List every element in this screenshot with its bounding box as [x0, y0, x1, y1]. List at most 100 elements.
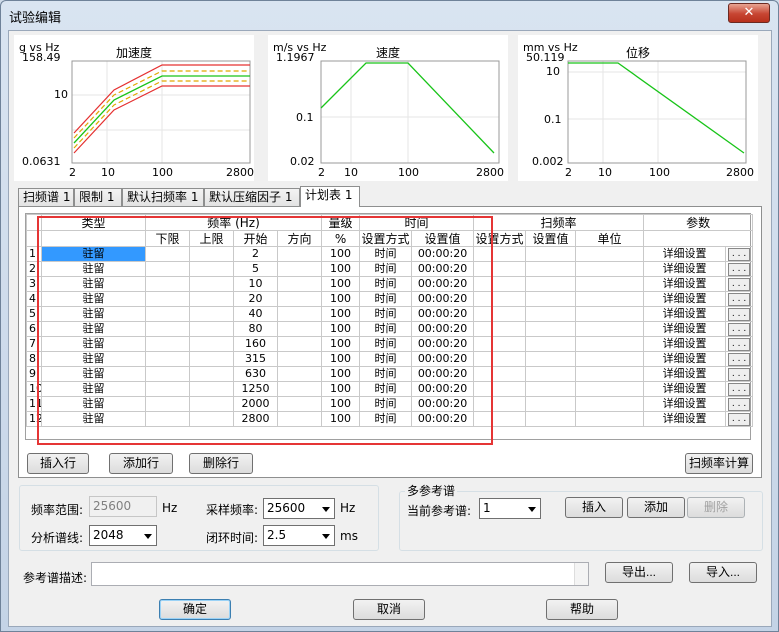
ellipsis-button[interactable]: . . .: [728, 337, 751, 351]
cell-level[interactable]: 100: [321, 411, 361, 427]
ellipsis-button[interactable]: . . .: [728, 397, 751, 411]
cell-time-value[interactable]: 00:00:20: [411, 291, 475, 307]
cell-time-mode[interactable]: 时间: [359, 306, 413, 322]
cell-type[interactable]: 驻留: [41, 276, 146, 292]
cell-direction[interactable]: [276, 336, 323, 352]
cell-time-mode[interactable]: 时间: [359, 366, 413, 382]
cell-direction[interactable]: [276, 366, 323, 382]
cell-detail[interactable]: 详细设置: [643, 321, 727, 337]
cell-level[interactable]: 100: [321, 306, 361, 322]
cell-direction[interactable]: [276, 291, 323, 307]
cell-lower[interactable]: [145, 411, 190, 427]
cell-sweep-mode[interactable]: [473, 291, 527, 307]
ref-desc-scrollbar[interactable]: [574, 563, 588, 585]
cell-upper[interactable]: [189, 276, 234, 292]
delete-row-button[interactable]: 删除行: [189, 453, 253, 474]
cell-type[interactable]: 驻留: [41, 261, 146, 277]
cell-time-value[interactable]: 00:00:20: [411, 396, 475, 412]
cell-upper[interactable]: [189, 396, 234, 412]
cell-start[interactable]: 2: [233, 246, 278, 262]
cell-start[interactable]: 315: [233, 351, 278, 367]
current-ref-select[interactable]: 1: [479, 498, 541, 519]
cell-sweep-mode[interactable]: [473, 351, 527, 367]
tab-sweep-spectrum[interactable]: 扫频谱 1: [18, 188, 74, 206]
cell-sweep-value[interactable]: [525, 396, 577, 412]
cell-sweep-value[interactable]: [525, 261, 577, 277]
table-row[interactable]: 1 驻留 2 100 时间 00:00:20 详细设置. . .: [26, 246, 754, 262]
cell-level[interactable]: 100: [321, 261, 361, 277]
row-number[interactable]: 6: [26, 321, 42, 337]
cell-sweep-unit[interactable]: [575, 306, 645, 322]
table-row[interactable]: 11驻留 2000 100时间00:00:20 详细设置. . .: [26, 396, 754, 412]
table-row[interactable]: 3 驻留 10 100 时间 00:00:20 详细设置. . .: [26, 276, 754, 292]
sample-rate-select[interactable]: 25600: [263, 498, 335, 519]
cell-sweep-value[interactable]: [525, 276, 577, 292]
add-ref-button[interactable]: 添加: [627, 497, 685, 518]
add-row-button[interactable]: 添加行: [109, 453, 173, 474]
tab-default-sweep-rate[interactable]: 默认扫频率 1: [122, 188, 204, 206]
cell-detail[interactable]: 详细设置: [643, 246, 727, 262]
cell-detail-button[interactable]: . . .: [725, 261, 754, 277]
cell-sweep-value[interactable]: [525, 336, 577, 352]
cell-direction[interactable]: [276, 411, 323, 427]
cell-time-value[interactable]: 00:00:20: [411, 351, 475, 367]
cell-lower[interactable]: [145, 351, 190, 367]
cell-upper[interactable]: [189, 351, 234, 367]
import-button[interactable]: 导入...: [689, 562, 757, 583]
sweep-calc-button[interactable]: 扫频率计算: [685, 453, 753, 474]
cell-start[interactable]: 10: [233, 276, 278, 292]
cell-level[interactable]: 100: [321, 336, 361, 352]
cell-upper[interactable]: [189, 291, 234, 307]
cell-sweep-value[interactable]: [525, 411, 577, 427]
cell-detail-button[interactable]: . . .: [725, 276, 754, 292]
insert-row-button[interactable]: 插入行: [27, 453, 89, 474]
export-button[interactable]: 导出...: [605, 562, 673, 583]
cell-direction[interactable]: [276, 396, 323, 412]
cell-detail-button[interactable]: . . .: [725, 291, 754, 307]
cell-time-mode[interactable]: 时间: [359, 381, 413, 397]
cell-start[interactable]: 2800: [233, 411, 278, 427]
cell-sweep-value[interactable]: [525, 321, 577, 337]
ellipsis-button[interactable]: . . .: [728, 352, 751, 366]
cell-time-mode[interactable]: 时间: [359, 411, 413, 427]
cell-sweep-mode[interactable]: [473, 261, 527, 277]
row-number[interactable]: 2: [26, 261, 42, 277]
cell-start[interactable]: 20: [233, 291, 278, 307]
cancel-button[interactable]: 取消: [353, 599, 425, 620]
ok-button[interactable]: 确定: [159, 599, 231, 620]
ellipsis-button[interactable]: . . .: [728, 307, 751, 321]
ref-desc-input[interactable]: [91, 562, 589, 586]
lines-select[interactable]: 2048: [89, 525, 157, 546]
cell-type[interactable]: 驻留: [41, 306, 146, 322]
cell-detail[interactable]: 详细设置: [643, 411, 727, 427]
ellipsis-button[interactable]: . . .: [728, 247, 751, 261]
cell-direction[interactable]: [276, 306, 323, 322]
cell-detail[interactable]: 详细设置: [643, 336, 727, 352]
cell-time-mode[interactable]: 时间: [359, 276, 413, 292]
tab-limit[interactable]: 限制 1: [74, 188, 122, 206]
cell-direction[interactable]: [276, 246, 323, 262]
cell-sweep-value[interactable]: [525, 381, 577, 397]
cell-sweep-unit[interactable]: [575, 261, 645, 277]
row-number[interactable]: 5: [26, 306, 42, 322]
cell-sweep-unit[interactable]: [575, 381, 645, 397]
cell-sweep-mode[interactable]: [473, 246, 527, 262]
cell-sweep-mode[interactable]: [473, 396, 527, 412]
tab-schedule[interactable]: 计划表 1: [300, 186, 360, 207]
table-row[interactable]: 6 驻留 80 100 时间 00:00:20 详细设置. . .: [26, 321, 754, 337]
cell-direction[interactable]: [276, 321, 323, 337]
cell-time-value[interactable]: 00:00:20: [411, 246, 475, 262]
cell-sweep-unit[interactable]: [575, 366, 645, 382]
row-number[interactable]: 4: [26, 291, 42, 307]
table-row[interactable]: 2 驻留 5 100 时间 00:00:20 详细设置. . .: [26, 261, 754, 277]
cell-time-mode[interactable]: 时间: [359, 291, 413, 307]
cell-sweep-value[interactable]: [525, 366, 577, 382]
cell-lower[interactable]: [145, 381, 190, 397]
cell-sweep-unit[interactable]: [575, 246, 645, 262]
row-number[interactable]: 10: [26, 381, 42, 397]
cell-time-mode[interactable]: 时间: [359, 261, 413, 277]
ellipsis-button[interactable]: . . .: [728, 382, 751, 396]
cell-upper[interactable]: [189, 381, 234, 397]
ellipsis-button[interactable]: . . .: [728, 262, 751, 276]
cell-type[interactable]: 驻留: [41, 381, 146, 397]
